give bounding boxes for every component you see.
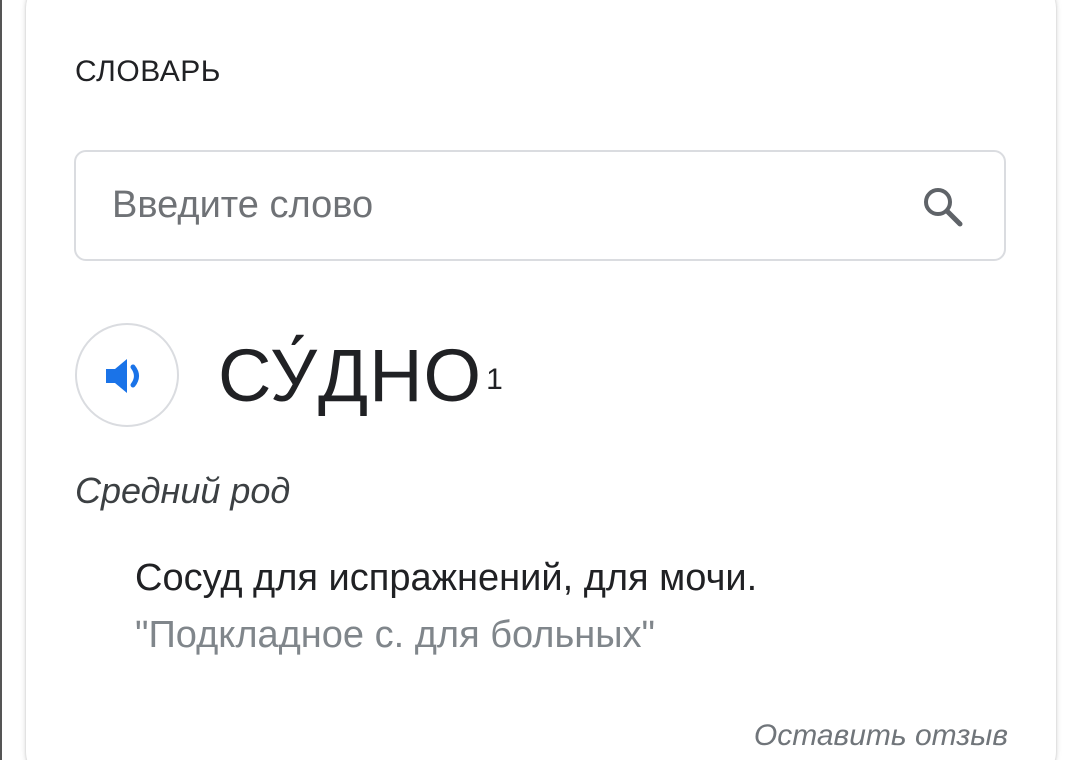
pronunciation-button[interactable]	[75, 323, 179, 427]
homonym-number: 1	[486, 363, 504, 396]
screen: СЛОВАРЬ СУ́ДНО1 Средний род Сосуд для ис…	[0, 0, 1080, 760]
feedback-link[interactable]: Оставить отзыв	[754, 718, 1008, 754]
search-box[interactable]	[74, 150, 1006, 261]
window-edge	[0, 0, 2, 760]
usage-example: "Подкладное с. для больных"	[135, 614, 656, 656]
search-icon[interactable]	[920, 184, 966, 230]
search-input[interactable]	[112, 152, 892, 259]
speaker-icon	[106, 359, 139, 393]
headword-text: СУ́ДНО	[218, 334, 483, 417]
definition-text: Сосуд для испражнений, для мочи.	[135, 557, 758, 599]
headword: СУ́ДНО 1	[218, 334, 504, 418]
section-title: СЛОВАРЬ	[75, 55, 221, 88]
part-of-speech: Средний род	[75, 470, 291, 511]
